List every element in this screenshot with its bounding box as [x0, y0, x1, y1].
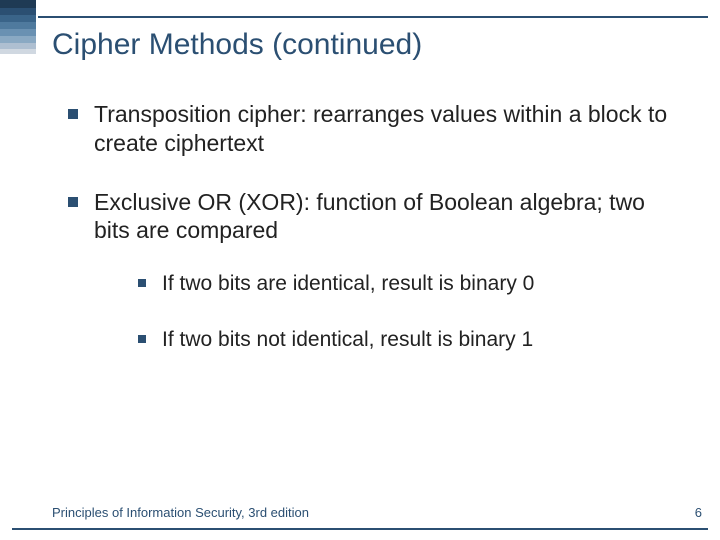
deco-bar: [0, 8, 36, 15]
bullet-text: If two bits not identical, result is bin…: [162, 328, 533, 351]
bullet-text: Exclusive OR (XOR): function of Boolean …: [94, 189, 645, 244]
deco-bar: [0, 49, 36, 54]
square-bullet-icon: [68, 197, 78, 207]
deco-bar: [0, 15, 36, 22]
deco-bar: [0, 22, 36, 29]
slide-side-decoration: [0, 0, 36, 54]
bottom-divider: [12, 528, 708, 530]
deco-bar: [0, 36, 36, 43]
deco-bar: [0, 29, 36, 36]
top-divider: [38, 16, 708, 18]
sub-bullets: If two bits are identical, result is bin…: [94, 271, 680, 354]
footer-source: Principles of Information Security, 3rd …: [52, 505, 309, 520]
bullet-level1: Transposition cipher: rearranges values …: [60, 100, 680, 158]
bullet-level1: Exclusive OR (XOR): function of Boolean …: [60, 188, 680, 354]
slide-body: Transposition cipher: rearranges values …: [60, 100, 680, 384]
bullet-text: Transposition cipher: rearranges values …: [94, 101, 667, 156]
footer-page-number: 6: [695, 505, 702, 520]
square-bullet-icon: [138, 279, 146, 287]
deco-bar: [0, 0, 36, 8]
square-bullet-icon: [138, 335, 146, 343]
bullet-level2: If two bits not identical, result is bin…: [94, 327, 680, 353]
square-bullet-icon: [68, 109, 78, 119]
bullet-text: If two bits are identical, result is bin…: [162, 272, 534, 295]
slide-title: Cipher Methods (continued): [52, 28, 700, 62]
bullet-level2: If two bits are identical, result is bin…: [94, 271, 680, 297]
